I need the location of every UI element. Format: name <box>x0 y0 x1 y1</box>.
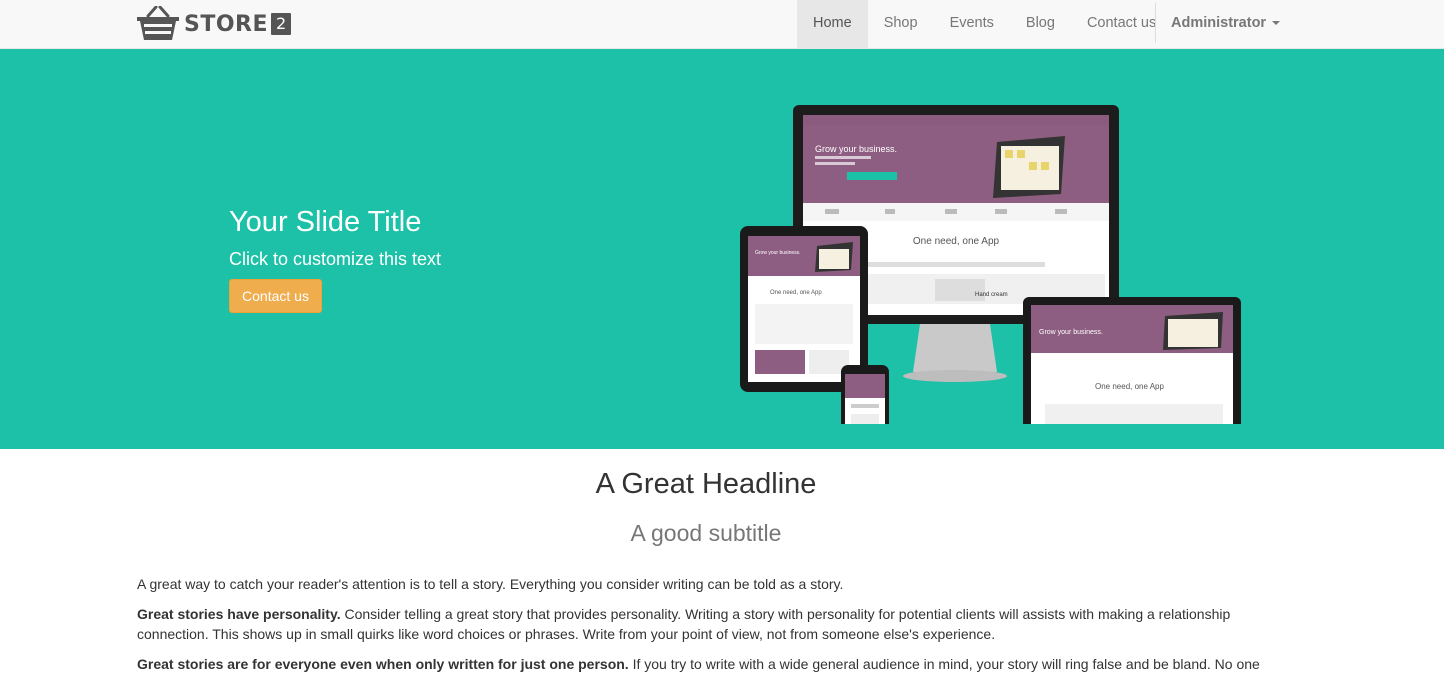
mockup-product-label: Hand cream <box>975 292 1008 298</box>
top-navbar: STORE 2 Home Shop Events Blog Contact us… <box>0 0 1444 49</box>
user-menu-dropdown[interactable]: Administrator <box>1171 0 1281 48</box>
story-paragraph-1: A great way to catch your reader's atten… <box>137 576 844 592</box>
nav-item-home[interactable]: Home <box>797 0 868 48</box>
svg-text:One need, one App: One need, one App <box>770 290 822 296</box>
svg-text:One need, one App: One need, one App <box>1095 382 1165 391</box>
page-headline: A Great Headline <box>595 468 817 500</box>
nav-divider <box>1155 3 1156 43</box>
paragraph-3-lead: Great stories are for everyone even when… <box>137 656 629 672</box>
contact-us-button[interactable]: Contact us <box>229 279 322 313</box>
slide-text: Click to customize this text <box>229 249 442 269</box>
story-paragraph-3: Great stories are for everyone even when… <box>137 654 1287 674</box>
hero-slider: Your Slide Title Click to customize this… <box>0 49 1444 449</box>
slide-title: Your Slide Title <box>229 206 422 238</box>
basket-icon <box>137 6 179 40</box>
paragraph-3-body: If you try to write with a wide general … <box>628 656 1260 672</box>
laptop-device: Grow your business. One need, one App <box>1023 297 1241 424</box>
devices-mockup-image: Grow your business. One need, one App Ha… <box>740 105 1241 424</box>
mockup-tagline: Grow your business. <box>815 144 897 154</box>
page-subtitle: A good subtitle <box>630 520 782 546</box>
svg-text:Grow your business.: Grow your business. <box>1039 329 1103 336</box>
mockup-section-heading: One need, one App <box>913 236 1000 247</box>
nav-item-contact-us[interactable]: Contact us <box>1071 0 1172 48</box>
nav-item-events[interactable]: Events <box>934 0 1010 48</box>
nav-item-shop[interactable]: Shop <box>868 0 934 48</box>
svg-text:Grow your business.: Grow your business. <box>755 250 801 256</box>
story-paragraph-2: Great stories have personality. Consider… <box>137 604 1287 644</box>
user-menu-label: Administrator <box>1171 15 1267 31</box>
phone-device <box>841 365 889 424</box>
paragraph-2-lead: Great stories have personality. <box>137 606 341 622</box>
caret-down-icon <box>1272 21 1281 26</box>
nav-item-blog[interactable]: Blog <box>1010 0 1071 48</box>
brand-name: STORE <box>184 11 269 37</box>
brand-logo[interactable]: STORE 2 <box>136 5 292 43</box>
brand-number: 2 <box>271 13 292 35</box>
main-nav: Home Shop Events Blog Contact us <box>797 0 1172 48</box>
